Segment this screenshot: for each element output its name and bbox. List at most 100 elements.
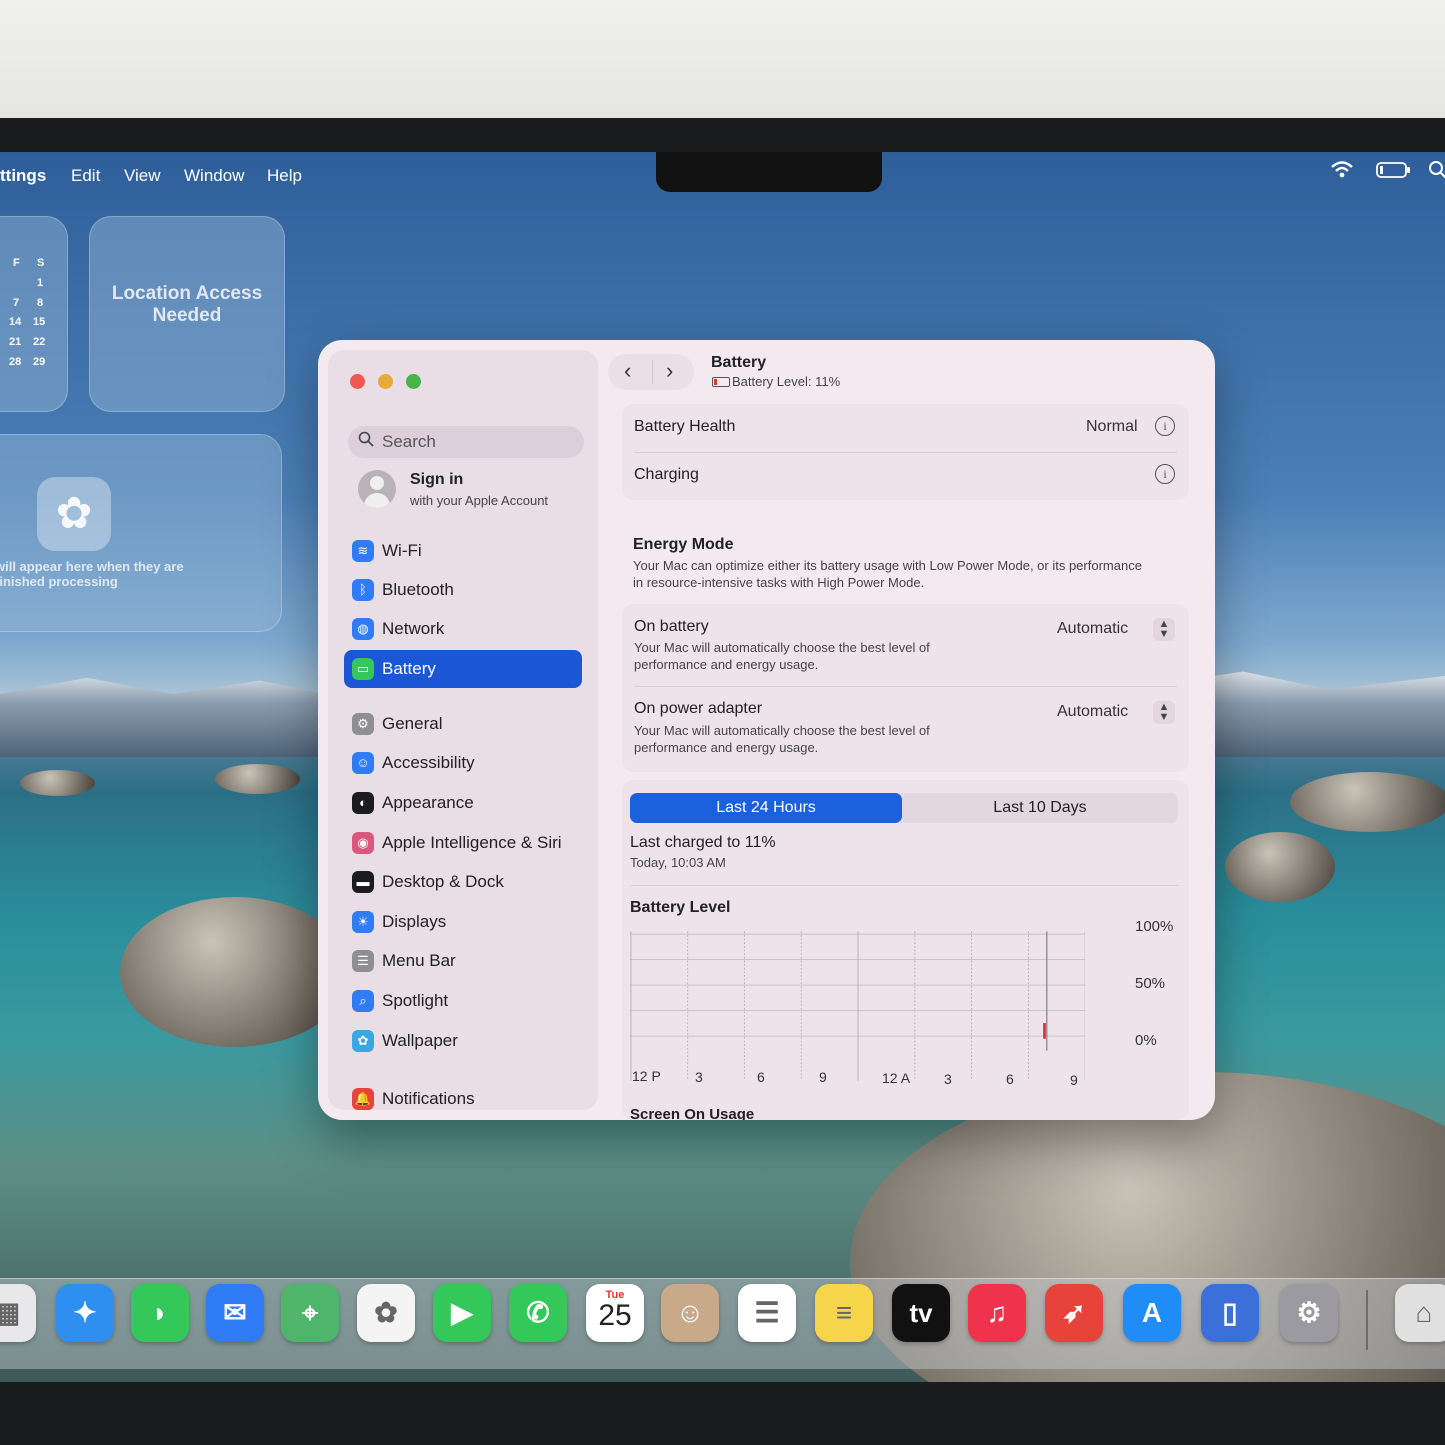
on-power-adapter-stepper[interactable]: ▲ ▼ [1153, 701, 1175, 724]
sidebar-search-field[interactable]: Search [348, 426, 584, 458]
sidebar-item-displays[interactable]: ☀ Displays [344, 903, 582, 941]
phone-icon[interactable]: ✆ [509, 1284, 567, 1342]
avatar[interactable] [358, 470, 396, 508]
flower-icon: ✿ [352, 1030, 374, 1052]
gear-icon: ⚙ [352, 713, 374, 735]
on-battery-value[interactable]: Automatic [1057, 620, 1128, 638]
compass-icon[interactable]: ✦ [56, 1284, 114, 1342]
battery-icon[interactable] [1376, 160, 1412, 185]
battery-health-value: Normal [1086, 418, 1138, 435]
bell-icon: 🔔 [352, 1088, 374, 1110]
menu-window[interactable]: Window [184, 166, 244, 186]
photos-flower-icon: ✿ [37, 477, 111, 551]
map-icon[interactable]: ⌖ [281, 1284, 339, 1342]
wallpaper-rock [1290, 772, 1445, 832]
sidebar-item-bluetooth[interactable]: ᛒ Bluetooth [344, 571, 582, 609]
sidebar-item-accessibility[interactable]: ☺ Accessibility [344, 744, 582, 782]
envelope-icon[interactable]: ✉ [206, 1284, 264, 1342]
notes-icon[interactable]: ≡ [815, 1284, 873, 1342]
calendar-widget[interactable]: F S 1 7 8 14 15 21 22 28 29 [0, 216, 68, 412]
x-tick-label: 3 [944, 1071, 952, 1087]
chevron-right-icon[interactable]: › [666, 358, 673, 384]
photos-widget[interactable]: ✿ will appear here when they are finishe… [0, 434, 282, 632]
info-icon[interactable]: i [1155, 464, 1175, 484]
sidebar-item-label: Accessibility [382, 753, 475, 772]
charging-label: Charging [634, 466, 699, 483]
usage-range-segmented-control: Last 24 Hours Last 10 Days [630, 793, 1178, 823]
gear-icon[interactable]: ⚙ [1280, 1284, 1338, 1342]
sidebar-item-label: Apple Intelligence & Siri [382, 833, 562, 852]
minimize-button[interactable] [378, 374, 393, 389]
calendar-day: 14 [9, 316, 22, 328]
sidebar-item-wifi[interactable]: ≋ Wi-Fi [344, 532, 582, 570]
search-icon[interactable] [1428, 160, 1445, 185]
sidebar-item-label: General [382, 714, 443, 733]
iphone-icon[interactable]: ▯ [1201, 1284, 1259, 1342]
sidebar-item-menu-bar[interactable]: ☰ Menu Bar [344, 942, 582, 980]
tv-icon[interactable]: tv [892, 1284, 950, 1342]
calendar-day: 29 [33, 356, 46, 368]
weather-widget[interactable]: Location Access Needed [89, 216, 285, 412]
sidebar-item-spotlight[interactable]: ⌕ Spotlight [344, 982, 582, 1020]
wifi-icon[interactable] [1330, 160, 1354, 185]
sidebar-item-network[interactable]: ◍ Network [344, 610, 582, 648]
close-button[interactable] [350, 374, 365, 389]
battery-level-chart [630, 931, 1085, 1081]
tab-last-24-hours[interactable]: Last 24 Hours [630, 793, 902, 823]
message-bubble-icon[interactable]: ◗ [131, 1284, 189, 1342]
info-icon[interactable]: i [1155, 416, 1175, 436]
wallpaper-rock [215, 764, 300, 794]
sidebar-item-appearance[interactable]: ◐ Appearance [344, 784, 582, 822]
sun-icon: ☀ [352, 911, 374, 933]
video-camera-icon[interactable]: ▶ [433, 1284, 491, 1342]
sidebar-item-wallpaper[interactable]: ✿ Wallpaper [344, 1022, 582, 1060]
flower-icon[interactable]: ✿ [357, 1284, 415, 1342]
wallpaper-rock [120, 897, 350, 1047]
sidebar-item-notifications[interactable]: 🔔 Notifications [344, 1080, 582, 1110]
calendar-day: 21 [9, 336, 22, 348]
last-charged-text: Last charged to 11% [630, 834, 776, 851]
zoom-button[interactable] [406, 374, 421, 389]
sidebar-item-desktop-dock[interactable]: ▬ Desktop & Dock [344, 863, 582, 901]
accessibility-icon: ☺ [352, 752, 374, 774]
sidebar-item-label: Notifications [382, 1089, 475, 1108]
menu-edit[interactable]: Edit [71, 166, 100, 186]
history-nav: ‹ › [608, 354, 694, 390]
spotlight-icon: ⌕ [352, 990, 374, 1012]
contacts-icon[interactable]: ☺ [661, 1284, 719, 1342]
tv-label: tv [909, 1298, 933, 1328]
on-battery-stepper[interactable]: ▲ ▼ [1153, 618, 1175, 641]
wifi-icon: ≋ [352, 540, 374, 562]
music-note-icon[interactable]: ♫ [968, 1284, 1026, 1342]
calendar-date-label: 25 [598, 1299, 632, 1332]
wall-background [0, 0, 1445, 125]
page-title: Battery [711, 354, 767, 371]
app-store-icon[interactable]: A [1123, 1284, 1181, 1342]
tab-last-10-days[interactable]: Last 10 Days [902, 793, 1178, 823]
sidebar-item-general[interactable]: ⚙ General [344, 705, 582, 743]
divider [634, 686, 1177, 687]
sign-in-title[interactable]: Sign in [410, 471, 463, 489]
search-placeholder: Search [382, 432, 436, 451]
menu-view[interactable]: View [124, 166, 161, 186]
launchpad-icon[interactable]: ▦ [0, 1284, 36, 1342]
x-tick-label: 3 [695, 1069, 703, 1085]
preview-icon[interactable]: ⌂ [1395, 1284, 1445, 1342]
chevron-left-icon[interactable]: ‹ [624, 358, 631, 384]
on-power-adapter-value[interactable]: Automatic [1057, 703, 1128, 721]
screen-on-usage-title: Screen On Usage [630, 1106, 755, 1120]
calendar-day: 22 [33, 336, 46, 348]
energy-mode-description: Your Mac can optimize either its battery… [633, 558, 1142, 590]
calendar-weekday: S [37, 257, 45, 269]
sidebar-item-battery[interactable]: ▭ Battery [344, 650, 582, 688]
calendar-icon[interactable]: Tue 25 [586, 1284, 644, 1342]
sidebar-item-apple-intelligence-siri[interactable]: ◉ Apple Intelligence & Siri [344, 824, 582, 862]
app-menu[interactable]: ttings [0, 166, 46, 186]
list-icon[interactable]: ☰ [738, 1284, 796, 1342]
menu-help[interactable]: Help [267, 166, 302, 186]
sidebar-item-label: Network [382, 619, 445, 638]
rocket-icon[interactable]: ➶ [1045, 1284, 1103, 1342]
search-icon [358, 431, 374, 452]
battery-health-label: Battery Health [634, 418, 736, 435]
photos-widget-text: will appear here when they are finished … [0, 559, 184, 589]
